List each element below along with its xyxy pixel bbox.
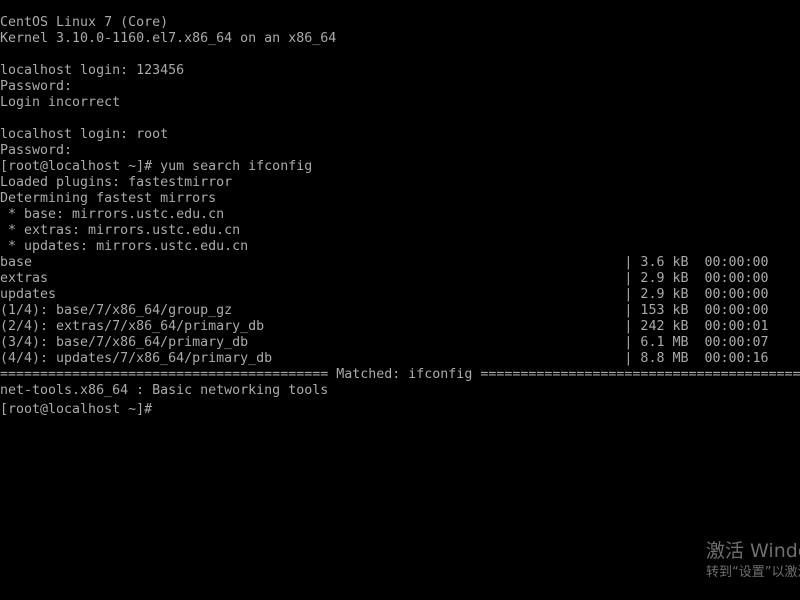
matched-separator-line: ========================================… [0, 367, 800, 382]
download-progress-line: (4/4): updates/7/x86_64/primary_db | 8.8… [0, 351, 769, 366]
search-result-line: net-tools.x86_64 : Basic networking tool… [0, 383, 329, 398]
shell-prompt-line[interactable]: [root@localhost ~]# [0, 399, 800, 415]
repo-progress-line: extras | 2.9 kB 00:00:00 [0, 271, 769, 286]
download-progress-line: (2/4): extras/7/x86_64/primary_db | 242 … [0, 319, 769, 334]
terminal-screen[interactable]: CentOS Linux 7 (Core) Kernel 3.10.0-1160… [0, 15, 800, 600]
repo-progress-line: base | 3.6 kB 00:00:00 [0, 255, 769, 270]
download-progress-line: (1/4): base/7/x86_64/group_gz | 153 kB 0… [0, 303, 769, 318]
watermark-title: 激活 Windows [706, 540, 800, 562]
watermark-subtitle: 转到“设置”以激活 Windows。 [706, 565, 800, 580]
mirror-line: * updates: mirrors.ustc.edu.cn [0, 239, 249, 254]
shell-prompt-text: [root@localhost ~]# [0, 402, 153, 415]
os-banner-line: CentOS Linux 7 (Core) [0, 15, 169, 30]
command-line: [root@localhost ~]# yum search ifconfig [0, 159, 313, 174]
mirror-line: * base: mirrors.ustc.edu.cn [0, 207, 225, 222]
password-prompt-line: Password: [0, 79, 73, 94]
login-prompt-line: localhost login: root [0, 127, 169, 142]
password-prompt-line: Password: [0, 143, 73, 158]
login-prompt-line: localhost login: 123456 [0, 63, 185, 78]
terminal-cursor [152, 399, 160, 413]
repo-progress-line: updates | 2.9 kB 00:00:00 [0, 287, 769, 302]
output-line: Determining fastest mirrors [0, 191, 217, 206]
download-progress-line: (3/4): base/7/x86_64/primary_db | 6.1 MB… [0, 335, 769, 350]
kernel-banner-line: Kernel 3.10.0-1160.el7.x86_64 on an x86_… [0, 31, 337, 46]
output-line: Loaded plugins: fastestmirror [0, 175, 233, 190]
mirror-line: * extras: mirrors.ustc.edu.cn [0, 223, 241, 238]
windows-activation-watermark: 激活 Windows 转到“设置”以激活 Windows。 [706, 538, 800, 588]
login-error-line: Login incorrect [0, 95, 121, 110]
